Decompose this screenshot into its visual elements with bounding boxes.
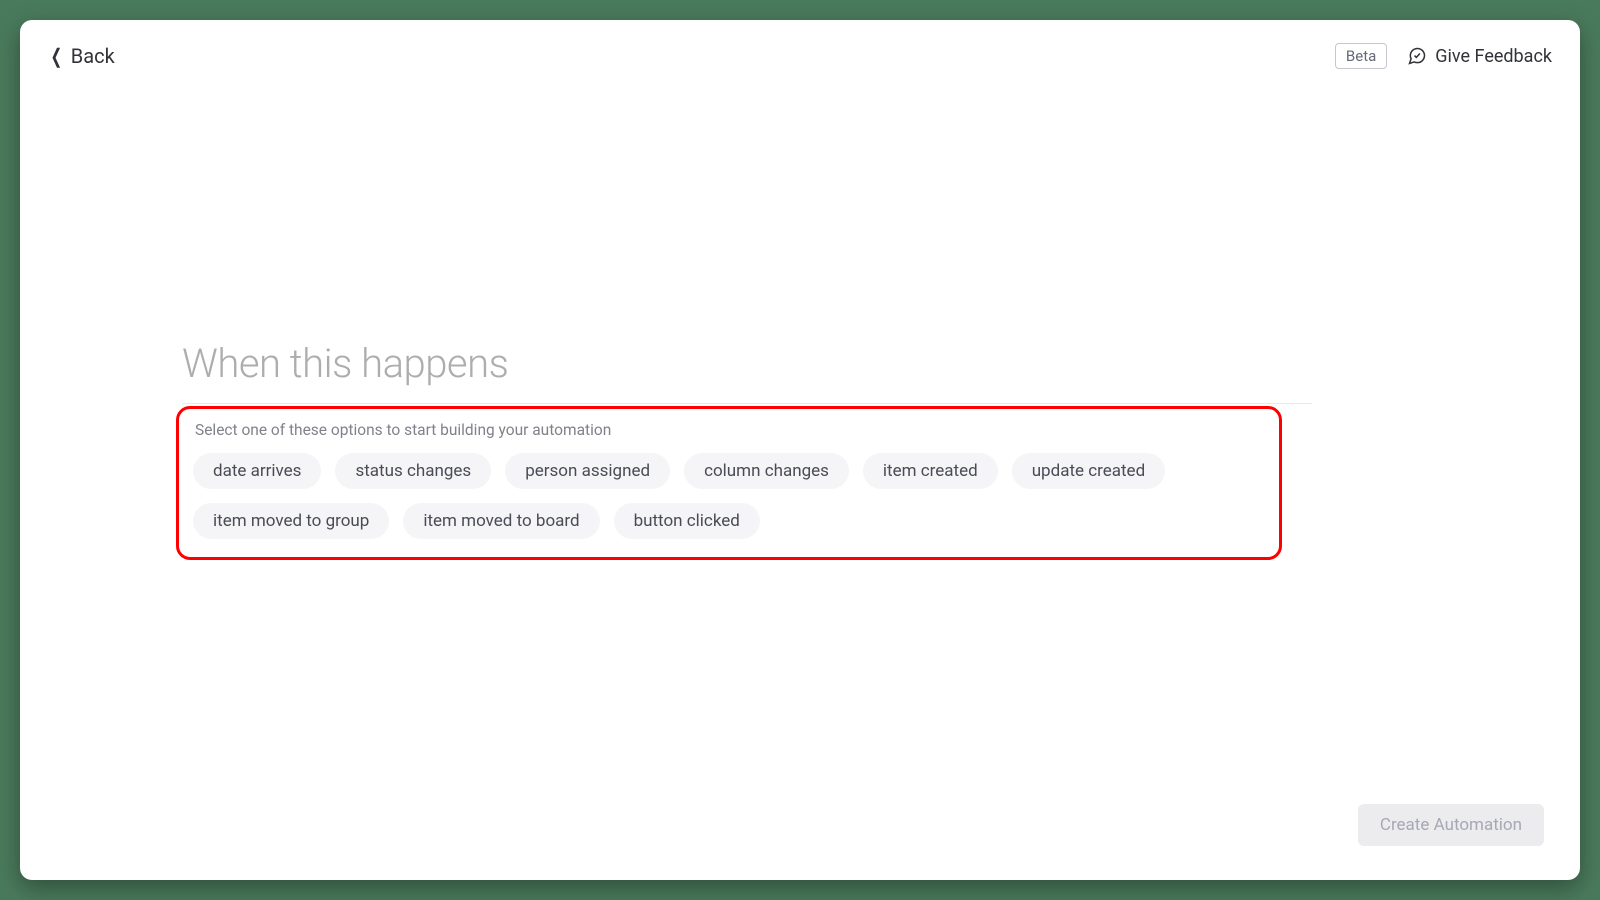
section-title: When this happens [182, 340, 1420, 387]
main-content: When this happens Select one of these op… [20, 20, 1580, 880]
trigger-option-item-moved-to-board[interactable]: item moved to board [403, 503, 599, 539]
trigger-options-highlight: Select one of these options to start bui… [176, 406, 1282, 560]
trigger-option-update-created[interactable]: update created [1012, 453, 1165, 489]
create-automation-button[interactable]: Create Automation [1358, 804, 1544, 846]
trigger-option-button-clicked[interactable]: button clicked [614, 503, 760, 539]
section-divider [182, 403, 1312, 404]
footer: Create Automation [1358, 804, 1544, 846]
trigger-option-item-created[interactable]: item created [863, 453, 998, 489]
automation-builder-window: ❮ Back Beta Give Feedback When this happ… [20, 20, 1580, 880]
trigger-option-item-moved-to-group[interactable]: item moved to group [193, 503, 389, 539]
trigger-option-column-changes[interactable]: column changes [684, 453, 849, 489]
trigger-option-date-arrives[interactable]: date arrives [193, 453, 321, 489]
trigger-option-person-assigned[interactable]: person assigned [505, 453, 670, 489]
helper-text: Select one of these options to start bui… [195, 421, 1265, 439]
trigger-options: date arrives status changes person assig… [193, 453, 1265, 539]
trigger-option-status-changes[interactable]: status changes [335, 453, 491, 489]
